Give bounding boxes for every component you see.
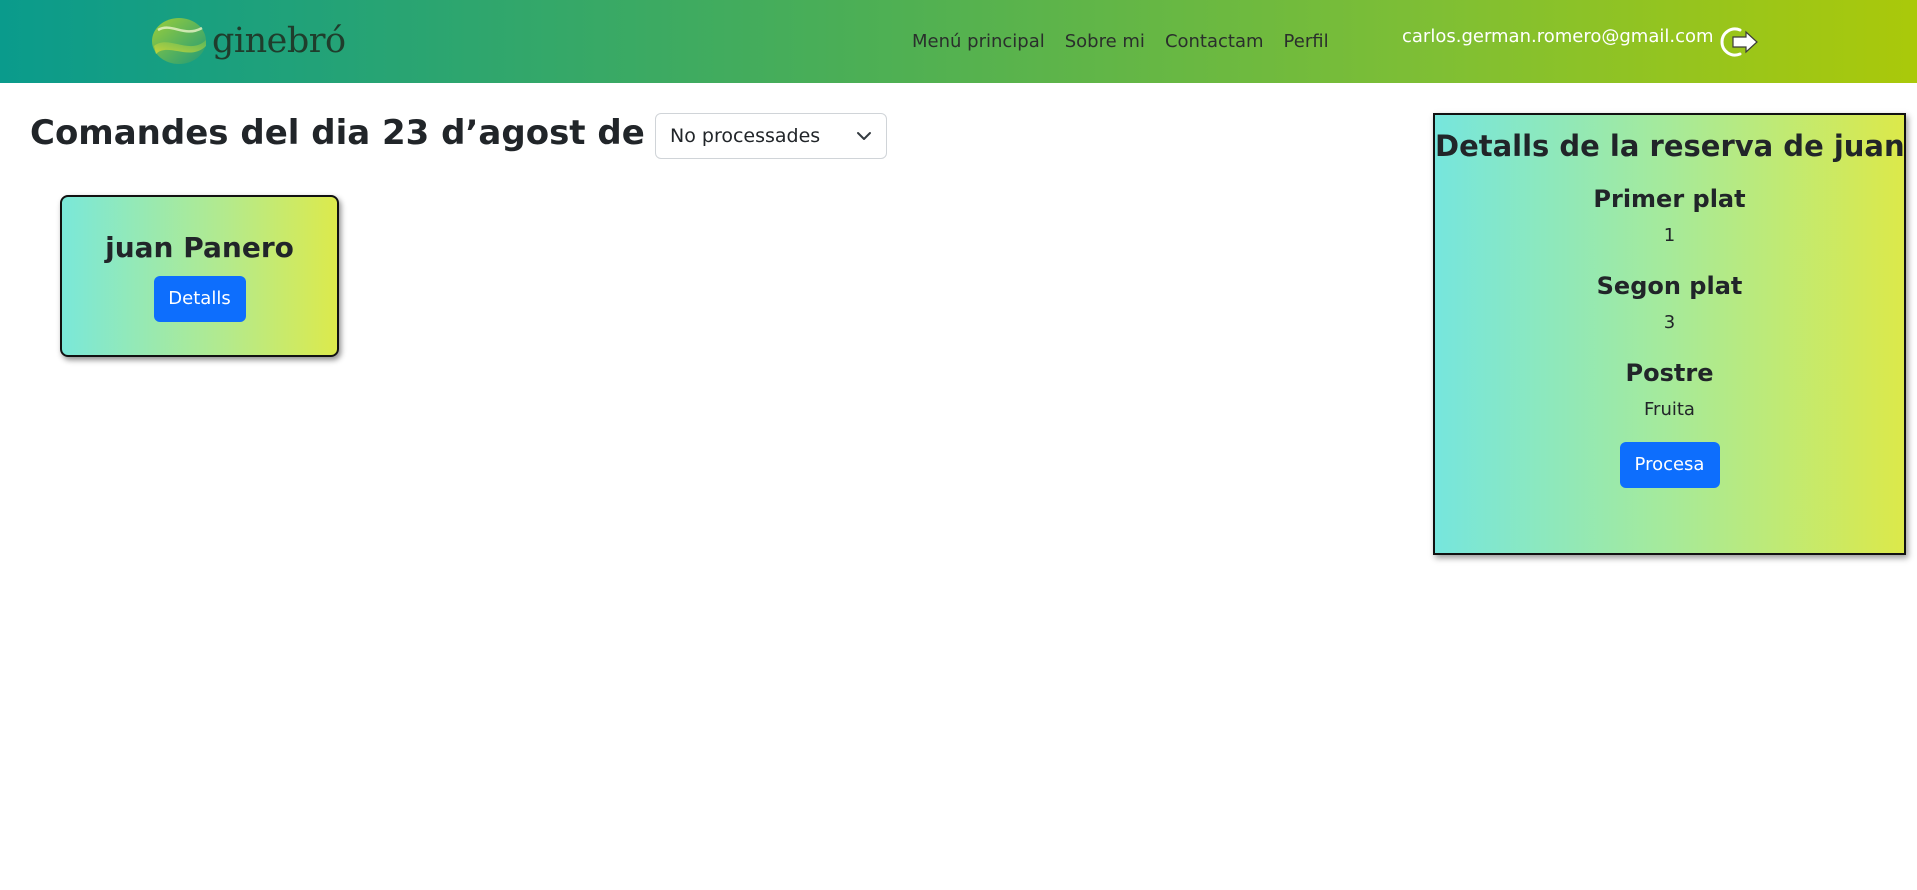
first-course-label: Primer plat [1593, 185, 1746, 213]
dessert-value: Fruita [1644, 399, 1695, 420]
page-title: Comandes del dia 23 d’agost de 2023 [30, 113, 752, 153]
brand-logo-link[interactable]: ginebró [150, 16, 346, 66]
nav-link-profile[interactable]: Perfil [1284, 31, 1329, 52]
nav-link-about[interactable]: Sobre mi [1065, 31, 1145, 52]
order-customer-name: juan Panero [105, 231, 294, 264]
main-nav: Menú principal Sobre mi Contactam Perfil [912, 0, 1329, 83]
details-panel-title: Detalls de la reserva de juan [1435, 129, 1905, 163]
first-course-value: 1 [1663, 225, 1676, 246]
reservation-details-panel: Detalls de la reserva de juan Primer pla… [1433, 113, 1906, 555]
user-email: carlos.german.romero@gmail.com [1402, 26, 1714, 47]
details-button[interactable]: Detalls [153, 276, 246, 322]
second-course-value: 3 [1663, 312, 1676, 333]
brand-name: ginebró [212, 21, 346, 61]
status-filter-select[interactable]: No processades [655, 113, 887, 159]
process-button[interactable]: Procesa [1619, 442, 1720, 488]
order-card: juan Panero Detalls [60, 195, 339, 357]
second-course-label: Segon plat [1596, 272, 1743, 300]
chevron-down-icon [857, 132, 871, 140]
nav-link-contact[interactable]: Contactam [1165, 31, 1264, 52]
status-filter-value: No processades [670, 125, 821, 147]
dessert-label: Postre [1625, 359, 1714, 387]
nav-link-main-menu[interactable]: Menú principal [912, 31, 1045, 52]
ginebro-logo-icon [152, 18, 206, 64]
logout-icon[interactable] [1720, 26, 1760, 58]
navbar: ginebró Menú principal Sobre mi Contacta… [0, 0, 1917, 83]
